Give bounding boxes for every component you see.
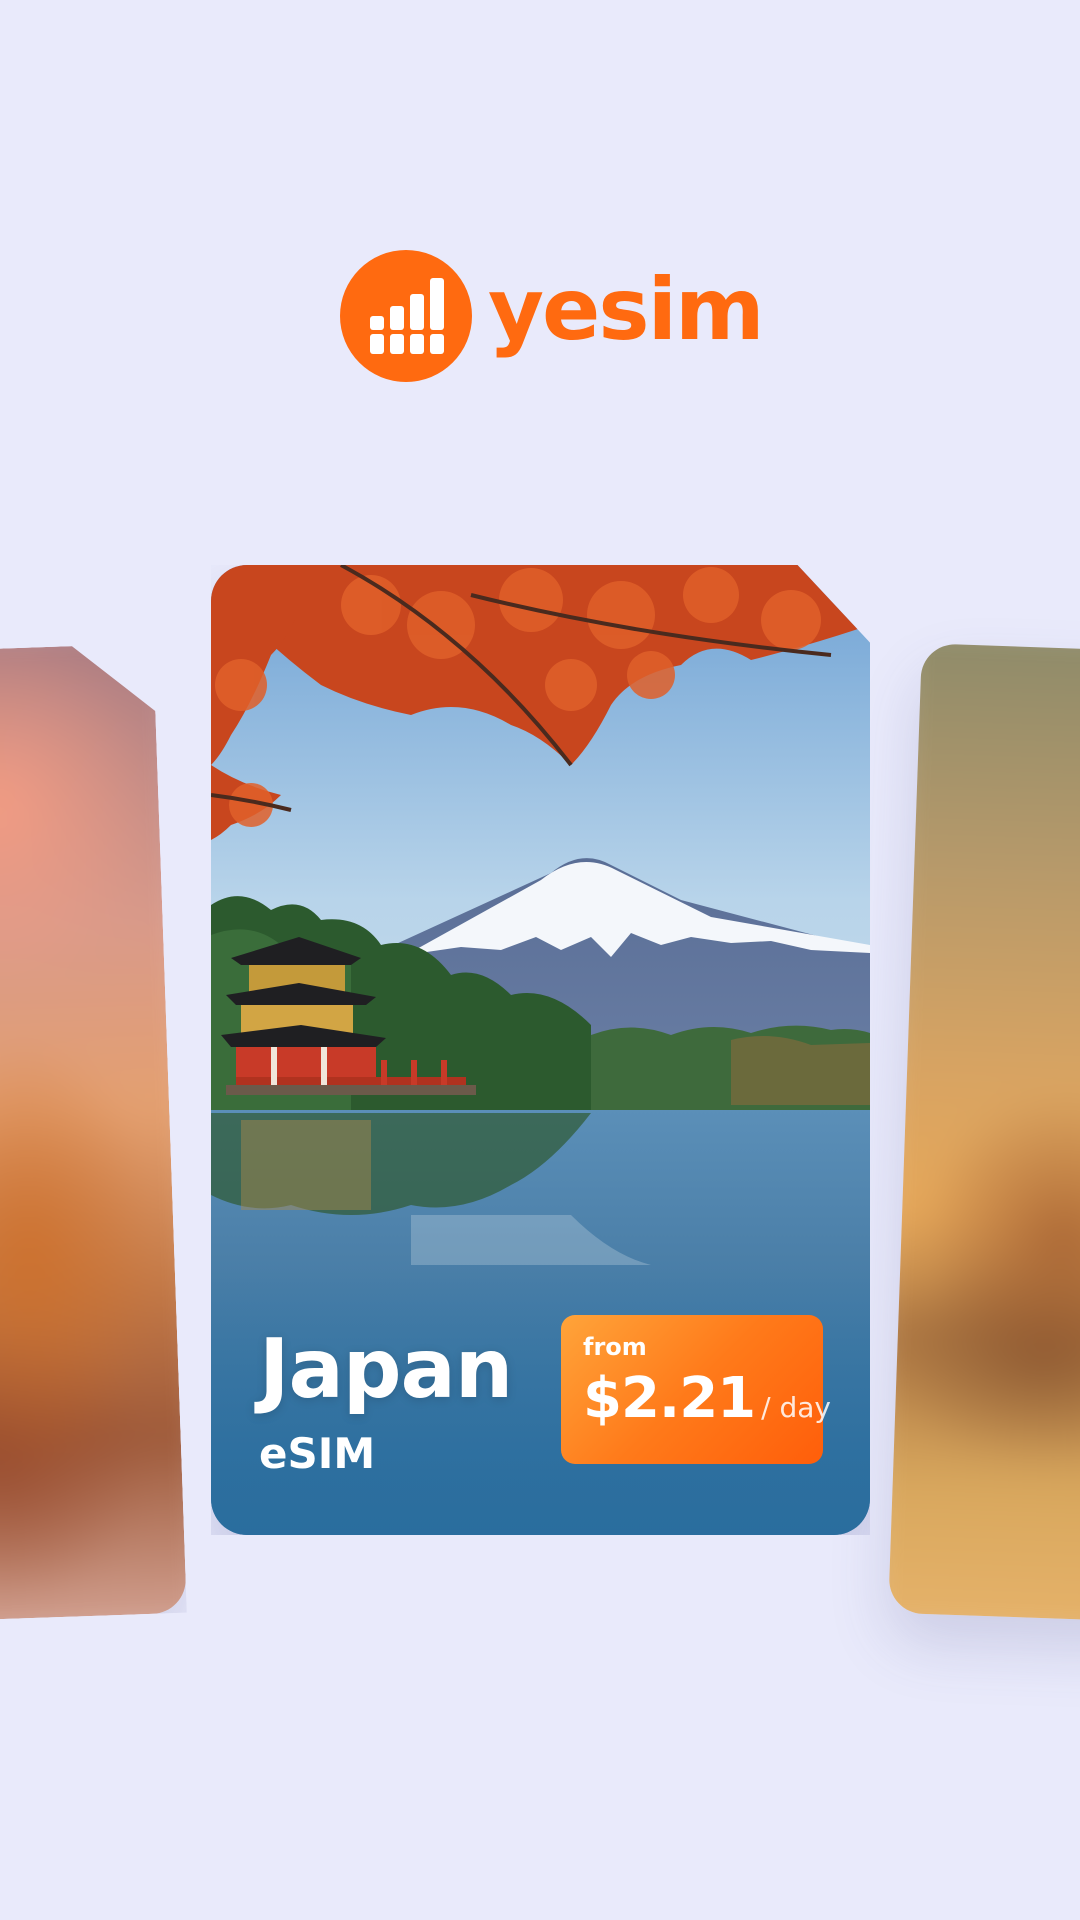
signal-bars-icon [340,250,472,382]
blurred-golden-lake-photo [888,643,1080,1623]
price-prefix: from [583,1333,647,1361]
carousel-card-japan[interactable]: Japan eSIM from $2.21 / day [211,565,870,1535]
price-badge: from $2.21 / day [561,1315,831,1464]
price-amount: $2.21 [583,1366,756,1431]
price-row: $2.21 / day [583,1366,831,1431]
price-unit: / day [761,1391,831,1424]
brand-name: yesim [488,260,765,360]
product-label: eSIM [259,1429,376,1478]
card-caption: Japan eSIM [259,1322,513,1478]
promo-screen: yesim Japan eSIM from $2.21 / day [0,0,1080,1920]
brand-logo: yesim [340,250,765,382]
carousel-card-next[interactable] [888,643,1080,1623]
carousel-card-previous[interactable] [0,643,187,1623]
country-name: Japan [259,1322,513,1417]
blurred-sunset-village-photo [0,643,187,1623]
